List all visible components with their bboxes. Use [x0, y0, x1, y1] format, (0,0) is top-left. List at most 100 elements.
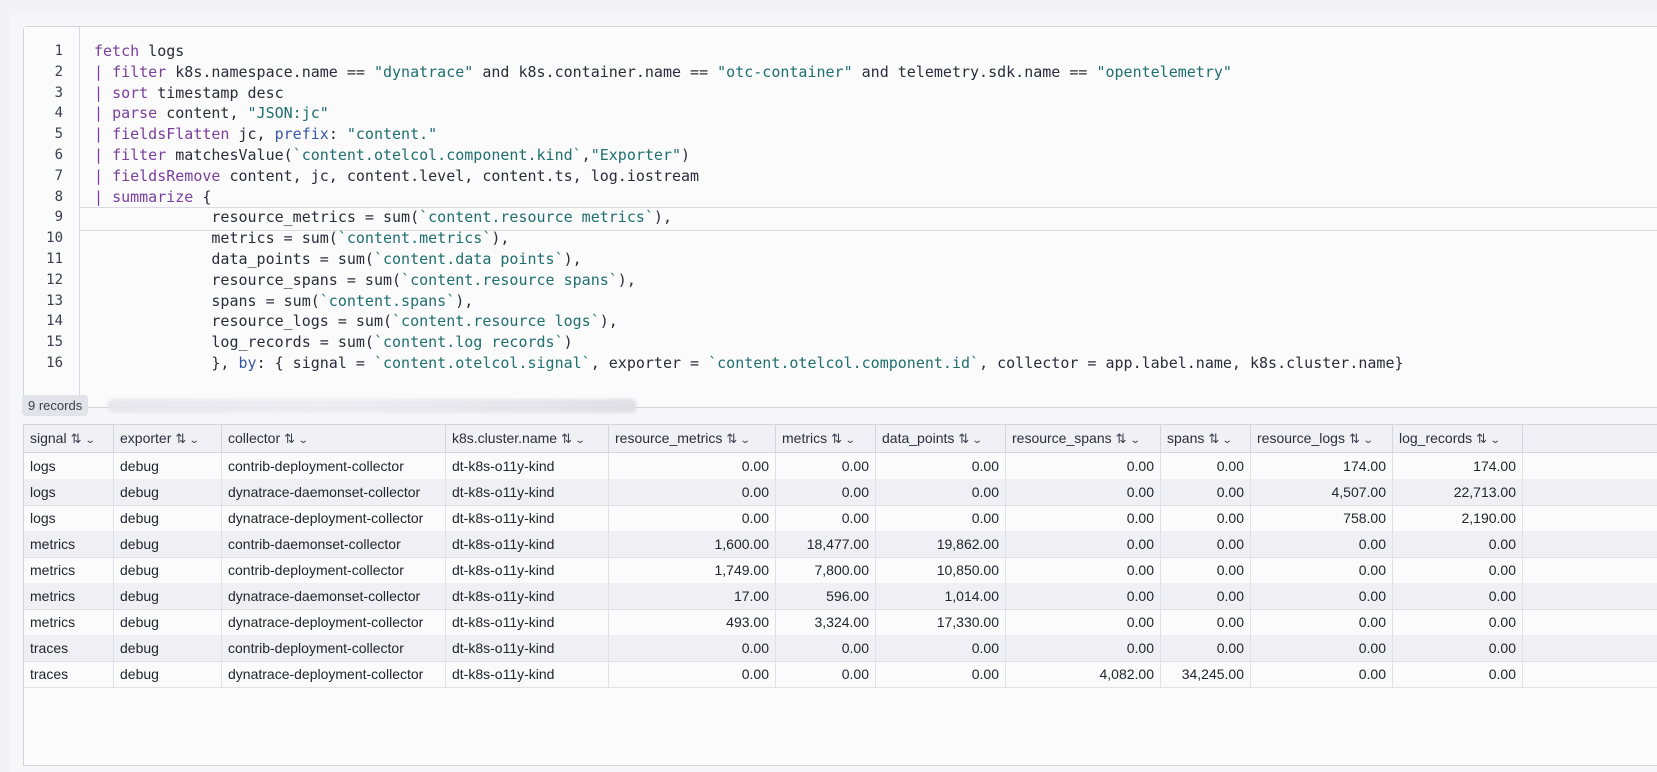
code-token: | — [94, 104, 113, 123]
code-line[interactable]: resource_metrics = sum(`content.resource… — [94, 206, 672, 228]
code-token: resource_spans = sum( — [94, 270, 402, 289]
table-cell: 0.00 — [876, 453, 1006, 479]
code-token: }, — [94, 354, 239, 372]
column-header-data-points[interactable]: data_points ⇅ ⌄ — [876, 425, 1006, 452]
sort-icon[interactable]: ⇅ — [1208, 431, 1219, 446]
sort-icon[interactable]: ⇅ — [1116, 431, 1127, 446]
table-cell: dynatrace-deployment-collector — [222, 505, 446, 531]
code-token: logs — [139, 42, 185, 60]
code-token: and telemetry.sdk.name == — [852, 62, 1097, 81]
code-line[interactable]: resource_logs = sum(`content.resource lo… — [94, 310, 618, 332]
chevron-down-icon[interactable]: ⌄ — [1363, 427, 1374, 454]
code-line[interactable]: }, by: { signal = `content.otelcol.signa… — [94, 352, 1403, 374]
column-header-resource-metrics[interactable]: resource_metrics ⇅ ⌄ — [609, 425, 776, 452]
table-cell: 0.00 — [609, 505, 776, 531]
table-cell: traces — [24, 661, 114, 687]
table-cell: dt-k8s-o11y-kind — [446, 505, 609, 531]
chevron-down-icon[interactable]: ⌄ — [740, 427, 751, 454]
table-row[interactable]: logs debug dynatrace-deployment-collector d… — [24, 505, 1657, 532]
chevron-down-icon[interactable]: ⌄ — [972, 427, 983, 454]
query-editor[interactable]: 1 2 3 4 5 6 7 8 9 10 11 12 13 14 15 16 fetch logs | filt… — [23, 26, 1657, 408]
code-token: ), — [599, 312, 618, 331]
chevron-down-icon[interactable]: ⌄ — [845, 427, 856, 454]
column-header-signal[interactable]: signal ⇅ ⌄ — [24, 425, 114, 452]
column-header-spans[interactable]: spans ⇅ ⌄ — [1161, 425, 1251, 452]
sort-icon[interactable]: ⇅ — [726, 431, 737, 446]
chevron-down-icon[interactable]: ⌄ — [84, 427, 95, 454]
code-line[interactable]: | sort timestamp desc — [94, 82, 284, 104]
chevron-down-icon[interactable]: ⌄ — [1222, 427, 1233, 454]
code-token: | — [94, 146, 113, 164]
sort-icon[interactable]: ⇅ — [561, 431, 572, 446]
column-header-log-records[interactable]: log_records ⇅ ⌄ — [1393, 425, 1523, 452]
table-cell: debug — [114, 557, 222, 583]
table-row[interactable]: logs debug dynatrace-daemonset-collector dt… — [24, 479, 1657, 506]
records-count-badge: 9 records — [22, 395, 89, 416]
table-row[interactable]: logs debug contrib-deployment-collector dt-… — [24, 453, 1657, 480]
table-cell: 0.00 — [1006, 453, 1161, 479]
sort-icon[interactable]: ⇅ — [831, 431, 842, 446]
code-line[interactable]: | filter matchesValue(`content.otelcol.c… — [94, 144, 690, 166]
sort-icon[interactable]: ⇅ — [958, 431, 969, 446]
chevron-down-icon[interactable]: ⌄ — [575, 427, 586, 454]
table-cell: debug — [114, 453, 222, 479]
chevron-down-icon[interactable]: ⌄ — [1129, 427, 1140, 454]
chevron-down-icon[interactable]: ⌄ — [298, 427, 309, 454]
table-row[interactable]: metrics debug contrib-daemonset-collector d… — [24, 531, 1657, 558]
column-header-collector[interactable]: collector ⇅ ⌄ — [222, 425, 446, 452]
line-number: 10 — [46, 230, 63, 247]
sort-icon[interactable]: ⇅ — [1349, 431, 1360, 446]
table-cell: dt-k8s-o11y-kind — [446, 453, 609, 479]
column-header-metrics[interactable]: metrics ⇅ ⌄ — [776, 425, 876, 452]
redacted-query-info — [106, 398, 637, 413]
code-token: and k8s.container.name == — [473, 62, 718, 81]
table-cell: 0.00 — [1393, 557, 1523, 583]
sort-icon[interactable]: ⇅ — [175, 431, 186, 446]
table-row[interactable]: traces debug contrib-deployment-collector d… — [24, 635, 1657, 662]
code-line[interactable]: | parse content, "JSON:jc" — [94, 102, 329, 124]
sort-icon[interactable]: ⇅ — [71, 431, 82, 446]
line-number-gutter: 1 2 3 4 5 6 7 8 9 10 11 12 13 14 15 16 — [24, 27, 80, 407]
code-line[interactable]: data_points = sum(`content.data points`)… — [94, 248, 581, 270]
code-token: ), — [491, 229, 510, 248]
code-token: { — [193, 187, 212, 206]
table-cell: traces — [24, 635, 114, 661]
table-cell: 0.00 — [609, 661, 776, 687]
code-token: "Exporter" — [590, 146, 682, 164]
code-line[interactable]: | filter k8s.namespace.name == "dynatrac… — [94, 61, 1232, 83]
chevron-down-icon[interactable]: ⌄ — [189, 427, 200, 454]
table-row[interactable]: traces debug dynatrace-deployment-collecto… — [24, 661, 1657, 688]
code-line[interactable]: | fieldsFlatten jc, prefix: "content." — [94, 123, 437, 145]
column-header-resource-spans[interactable]: resource_spans ⇅ ⌄ — [1006, 425, 1161, 452]
table-row[interactable]: metrics debug contrib-deployment-collector… — [24, 557, 1657, 584]
sort-icon[interactable]: ⇅ — [284, 431, 295, 446]
code-line[interactable]: | summarize { — [94, 186, 211, 208]
table-cell: 0.00 — [776, 635, 876, 661]
column-header-exporter[interactable]: exporter ⇅ ⌄ — [114, 425, 222, 452]
code-line[interactable]: resource_spans = sum(`content.resource s… — [94, 269, 635, 291]
code-token: `content.resource metrics` — [419, 208, 654, 227]
sort-icon[interactable]: ⇅ — [1476, 431, 1487, 446]
table-cell: debug — [114, 661, 222, 687]
column-header-k8s-cluster-name[interactable]: k8s.cluster.name ⇅ ⌄ — [446, 425, 609, 452]
table-row[interactable]: metrics debug dynatrace-deployment-collect… — [24, 609, 1657, 636]
table-cell: 0.00 — [1251, 609, 1393, 635]
code-line[interactable]: spans = sum(`content.spans`), — [94, 290, 473, 312]
table-cell: logs — [24, 453, 114, 479]
column-header-resource-logs[interactable]: resource_logs ⇅ ⌄ — [1251, 425, 1393, 452]
code-token: `content.data points` — [373, 250, 564, 268]
code-token: resource_logs = sum( — [94, 312, 393, 331]
code-line[interactable]: metrics = sum(`content.metrics`), — [94, 227, 509, 249]
table-cell: 758.00 — [1251, 505, 1393, 531]
chevron-down-icon[interactable]: ⌄ — [1490, 427, 1501, 454]
code-line[interactable]: fetch logs — [94, 40, 184, 62]
table-row[interactable]: metrics debug dynatrace-daemonset-collecto… — [24, 583, 1657, 610]
code-line[interactable]: | fieldsRemove content, jc, content.leve… — [94, 165, 699, 187]
code-token: | — [94, 125, 113, 144]
code-line[interactable]: log_records = sum(`content.log records`) — [94, 331, 572, 353]
table-cell: metrics — [24, 557, 114, 583]
table-cell: 0.00 — [1251, 661, 1393, 687]
table-cell: 0.00 — [1161, 453, 1251, 479]
column-header-label: exporter — [120, 430, 172, 446]
table-cell: 19,862.00 — [876, 531, 1006, 557]
